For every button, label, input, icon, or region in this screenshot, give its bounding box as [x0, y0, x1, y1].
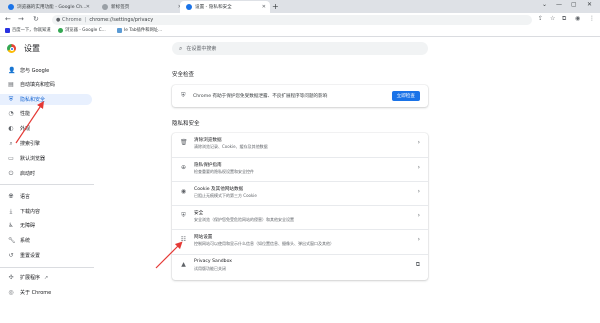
- arrow-to-privacy-sidebar: [15, 101, 44, 144]
- annotation-arrows: [15, 101, 183, 269]
- arrow-to-site-settings: [155, 241, 183, 269]
